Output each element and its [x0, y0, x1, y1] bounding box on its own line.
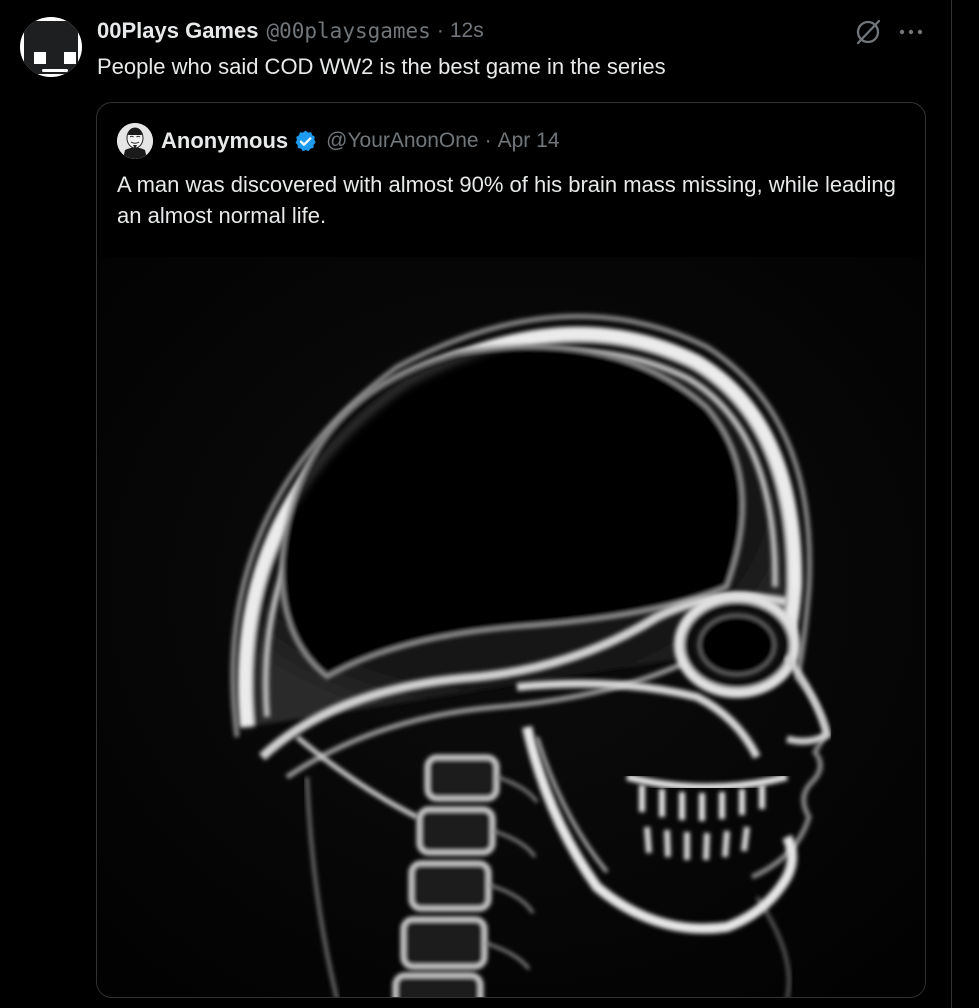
avatar-left-eye: [34, 52, 46, 64]
avatar-right-eye: [64, 52, 76, 64]
grok-icon[interactable]: [853, 17, 883, 47]
quoted-tweet-text: A man was discovered with almost 90% of …: [117, 172, 896, 228]
author-display-name[interactable]: 00Plays Games: [97, 18, 258, 44]
tweet-text: People who said COD WW2 is the best game…: [97, 54, 666, 79]
verified-badge-icon: [293, 129, 318, 154]
tweet-timestamp[interactable]: 12s: [450, 19, 484, 43]
timeline-column: 00Plays Games @00playsgames · 12s People…: [0, 0, 952, 1008]
author-handle[interactable]: @00playsgames: [266, 19, 430, 43]
quoted-header-separator: ·: [484, 129, 492, 152]
quoted-tweet-image[interactable]: [97, 257, 925, 997]
quoted-author-display-name[interactable]: Anonymous: [161, 128, 288, 154]
xray-skull-image: [97, 257, 925, 997]
quoted-tweet-date[interactable]: Apr 14: [498, 129, 560, 153]
more-horizontal-icon[interactable]: [896, 20, 926, 44]
right-gutter: [952, 0, 979, 1008]
quoted-author-handle[interactable]: @YourAnonOne: [326, 129, 479, 153]
robot-face-icon: [24, 21, 78, 74]
quoted-tweet-header: Anonymous @YourAnonOne · Apr 14: [161, 125, 560, 157]
avatar-mouth: [42, 69, 68, 72]
author-avatar[interactable]: [20, 17, 82, 77]
anonymous-mask-avatar[interactable]: [117, 123, 153, 159]
quoted-tweet-card[interactable]: Anonymous @YourAnonOne · Apr 14 A man wa…: [96, 102, 926, 998]
tweet-header: 00Plays Games @00playsgames · 12s: [97, 17, 484, 45]
header-separator: ·: [436, 19, 444, 42]
